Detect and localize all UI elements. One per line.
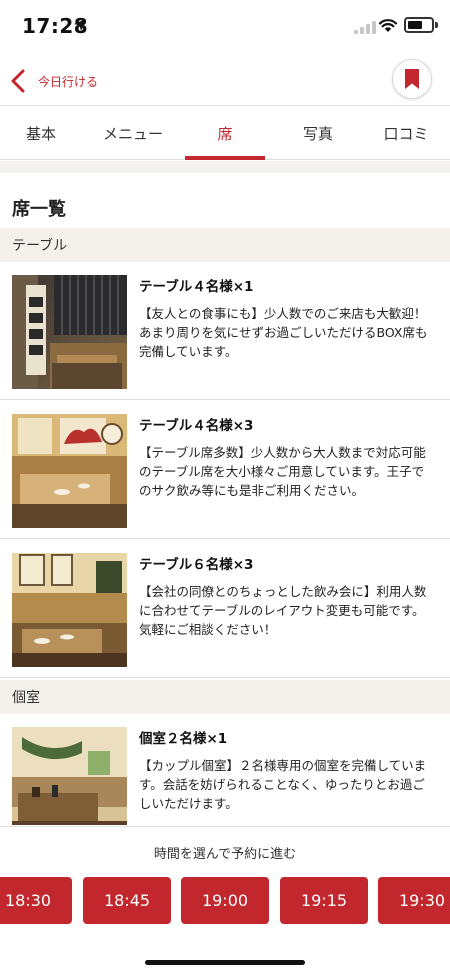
- seat-name: 個室２名様×1: [139, 731, 228, 747]
- category-header-table: テーブル: [0, 228, 450, 262]
- seat-photo: [12, 553, 127, 667]
- seat-name: テーブル４名様×3: [139, 418, 254, 434]
- seat-description: 【会社の同僚とのちょっとした飲み会に】利用人数に合わせてテーブルのレイアウト変更…: [139, 584, 427, 637]
- back-button[interactable]: 今日行ける: [8, 66, 98, 96]
- tab-photos[interactable]: 写真: [275, 107, 361, 160]
- cellular-signal-icon: [354, 20, 376, 34]
- seat-description: 【友人との食事にも】少人数でのご来店も大歓迎！あまり周りを気にせずお過ごしいただ…: [139, 306, 428, 359]
- home-indicator: [145, 960, 305, 965]
- seat-photo: [12, 414, 127, 528]
- top-nav: 今日行ける: [0, 56, 450, 106]
- seat-item[interactable]: テーブル４名様×1 【友人との食事にも】少人数でのご来店も大歓迎！あまり周りを気…: [0, 262, 450, 400]
- tab-reviews[interactable]: 口コミ: [362, 107, 450, 160]
- reservation-label: 時間を選んで予約に進む: [153, 847, 297, 862]
- section-title: 席一覧: [12, 199, 66, 220]
- bookmark-icon: [405, 69, 419, 89]
- tab-menu[interactable]: メニュー: [86, 107, 180, 160]
- category-header-private: 個室: [0, 680, 450, 714]
- status-bar: 17:28: [0, 0, 450, 56]
- chevron-left-icon: [11, 69, 25, 93]
- section-divider: [0, 161, 450, 173]
- tab-seats[interactable]: 席: [185, 107, 265, 160]
- tab-basic[interactable]: 基本: [0, 107, 82, 160]
- bookmark-button[interactable]: [392, 59, 432, 99]
- tab-bar: 基本 メニュー 席 写真 口コミ: [0, 107, 450, 160]
- time-slot-button[interactable]: 19:30: [378, 877, 450, 924]
- wifi-icon: [378, 19, 398, 32]
- seat-photo: [12, 727, 127, 825]
- reservation-bar: 時間を選んで予約に進む 18:30 18:45 19:00 19:15 19:3…: [0, 826, 450, 974]
- seat-item[interactable]: 個室２名様×1 【カップル個室】２名様専用の個室を完備しています。会話を妨げられ…: [0, 714, 450, 825]
- back-label: 今日行ける: [38, 74, 99, 89]
- seat-photo: [12, 275, 127, 389]
- time-slot-button[interactable]: 18:45: [83, 877, 171, 924]
- seat-name: テーブル４名様×1: [139, 279, 254, 295]
- seat-item[interactable]: テーブル６名様×3 【会社の同僚とのちょっとした飲み会に】利用人数に合わせてテー…: [0, 540, 450, 678]
- time-slot-button[interactable]: 18:30: [0, 877, 72, 924]
- battery-cap: [435, 22, 438, 28]
- location-arrow-icon: [74, 19, 86, 31]
- time-slot-button[interactable]: 19:00: [181, 877, 269, 924]
- seat-description: 【カップル個室】２名様専用の個室を完備しています。会話を妨げられることなく、ゆっ…: [139, 758, 427, 811]
- battery-icon: [404, 17, 434, 33]
- seat-list-content[interactable]: 席一覧 テーブル テーブル４名様×1 【友人との食事にも】少人数でのご来店も大歓…: [0, 161, 450, 825]
- seat-description: 【テーブル席多数】少人数から大人数まで対応可能のテーブル席を大小様々ご用意してい…: [139, 445, 426, 498]
- seat-item[interactable]: テーブル４名様×3 【テーブル席多数】少人数から大人数まで対応可能のテーブル席を…: [0, 401, 450, 539]
- seat-name: テーブル６名様×3: [139, 557, 254, 573]
- active-tab-indicator: [185, 156, 265, 160]
- time-slot-button[interactable]: 19:15: [280, 877, 368, 924]
